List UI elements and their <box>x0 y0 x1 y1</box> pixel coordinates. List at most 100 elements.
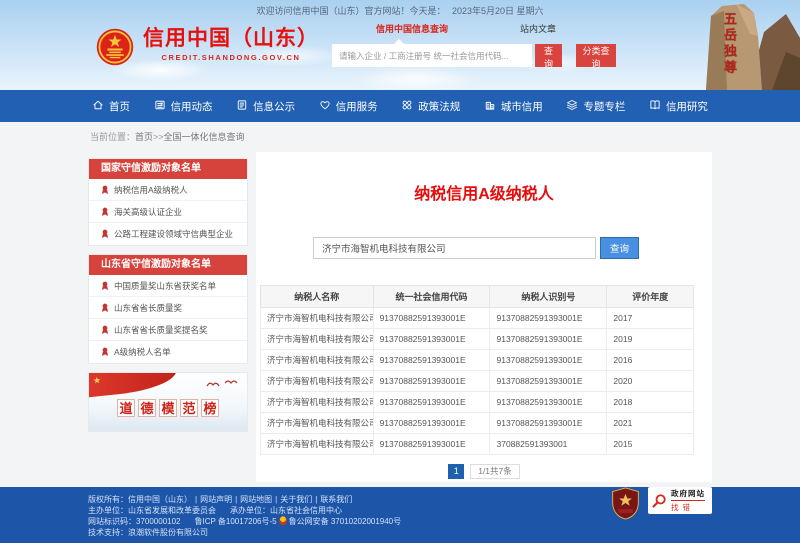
tab-credit-query[interactable]: 信用中国信息查询 <box>376 22 448 35</box>
nav-item-special-topics[interactable]: 专题专栏 <box>566 99 625 114</box>
taxpayer-table: 纳税人名称统一社会信用代码纳税人识别号评价年度 济宁市海智机电科技有限公司913… <box>260 285 694 455</box>
sidebar-item-china-quality-award[interactable]: 中国质量奖山东省获奖名单 <box>89 275 247 297</box>
medal-icon <box>101 347 109 357</box>
magnifier-icon <box>652 493 667 508</box>
table-header-row: 纳税人名称统一社会信用代码纳税人识别号评价年度 <box>261 286 694 308</box>
banner-char: 榜 <box>201 399 219 417</box>
company-search-input[interactable] <box>313 237 596 259</box>
nav-item-credit-research[interactable]: 信用研究 <box>649 99 708 114</box>
heart-icon <box>319 99 331 114</box>
table-cell: 济宁市海智机电科技有限公司 <box>261 413 374 434</box>
table-cell: 2017 <box>607 308 694 329</box>
footer-link[interactable]: 网站声明 <box>200 495 232 504</box>
tab-site-articles[interactable]: 站内文章 <box>520 22 556 35</box>
table-cell: 91370882591393001E <box>490 350 607 371</box>
nav-item-policy[interactable]: 政策法规 <box>401 99 460 114</box>
national-incentive-box: 国家守信激励对象名单 纳税信用A级纳税人 海关高级认证企业 公路工程建设领域守信… <box>88 158 248 246</box>
banner-char: 德 <box>138 399 156 417</box>
table-cell: 91370882591393001E <box>373 371 490 392</box>
layers-icon <box>566 99 578 114</box>
main-panel: 纳税信用A级纳税人 查询 纳税人名称统一社会信用代码纳税人识别号评价年度 济宁市… <box>256 152 712 482</box>
table-cell: 91370882591393001E <box>373 350 490 371</box>
table-cell: 91370882591393001E <box>490 371 607 392</box>
tech-support-text: 技术支持：浪潮软件股份有限公司 <box>88 528 208 537</box>
medal-icon <box>101 281 109 291</box>
icp-text[interactable]: 鲁ICP 备10017206号-5 <box>195 517 277 526</box>
footer-link[interactable]: 关于我们 <box>280 495 312 504</box>
medal-icon <box>101 229 109 239</box>
undertaker-text: 承办单位：山东省社会信用中心 <box>230 506 342 515</box>
gov-site-error-badge[interactable]: 政府网站 找错 <box>648 487 712 514</box>
medal-icon <box>101 207 109 217</box>
table-row: 济宁市海智机电科技有限公司91370882591393001E913708825… <box>261 308 694 329</box>
nav-item-city-credit[interactable]: 城市信用 <box>484 99 543 114</box>
breadcrumb-home-link[interactable]: 首页 <box>135 132 153 142</box>
welcome-text: 欢迎访问信用中国（山东）官方网站！今天是： <box>256 6 445 16</box>
footer: 版权所有：信用中国（山东）|网站声明|网站地图|关于我们|联系我们 主办单位：山… <box>0 487 800 543</box>
sidebar-item-a-level-taxpayer-list[interactable]: A级纳税人名单 <box>89 341 247 363</box>
organizer-text: 主办单位：山东省发展和改革委员会 <box>88 506 216 515</box>
sidebar-item-governor-quality-award[interactable]: 山东省省长质量奖 <box>89 297 247 319</box>
medal-icon <box>101 303 109 313</box>
sidebar-item-a-level-taxpayer[interactable]: 纳税信用A级纳税人 <box>89 179 247 201</box>
search-button[interactable]: 查询 <box>600 237 639 259</box>
page-summary: 1/1共7条 <box>470 464 520 479</box>
nav-item-info-disclosure[interactable]: 信息公示 <box>236 99 295 114</box>
table-row: 济宁市海智机电科技有限公司91370882591393001E913708825… <box>261 329 694 350</box>
table-row: 济宁市海智机电科技有限公司91370882591393001E913708825… <box>261 350 694 371</box>
topbar: 欢迎访问信用中国（山东）官方网站！今天是： 2023年5月20日 星期六 <box>0 4 800 17</box>
footer-link[interactable]: 网站地图 <box>240 495 272 504</box>
table-cell: 济宁市海智机电科技有限公司 <box>261 392 374 413</box>
sidebar-section-title: 山东省守信激励对象名单 <box>89 255 247 275</box>
table-row: 济宁市海智机电科技有限公司91370882591393001E913708825… <box>261 413 694 434</box>
nav-item-credit-news[interactable]: 信用动态 <box>154 99 213 114</box>
table-cell: 91370882591393001E <box>373 434 490 455</box>
police-record-text[interactable]: 鲁公网安备 37010202001940号 <box>289 517 402 526</box>
building-icon <box>484 99 496 114</box>
table-cell: 2016 <box>607 350 694 371</box>
home-icon <box>92 99 104 114</box>
table-header-cell: 评价年度 <box>607 286 694 308</box>
table-cell: 济宁市海智机电科技有限公司 <box>261 371 374 392</box>
red-flag-icon <box>88 372 178 398</box>
footer-separator: | <box>315 495 317 504</box>
sidebar-item-highway-engineering[interactable]: 公路工程建设领域守信典型企业 <box>89 223 247 245</box>
table-cell: 91370882591393001E <box>373 308 490 329</box>
table-cell: 2019 <box>607 329 694 350</box>
footer-link[interactable]: 联系我们 <box>320 495 352 504</box>
site-code-text: 网站标识码：3700000102 <box>88 517 181 526</box>
gov-badge-title: 政府网站 <box>671 488 705 499</box>
site-logo[interactable]: 信用中国（山东） CREDIT.SHANDONG.GOV.CN <box>96 28 319 66</box>
footer-separator: | <box>275 495 277 504</box>
table-cell: 济宁市海智机电科技有限公司 <box>261 329 374 350</box>
header-search: 信用中国信息查询 站内文章 查询 分类查询 <box>332 22 632 67</box>
header: 欢迎访问信用中国（山东）官方网站！今天是： 2023年5月20日 星期六 信用中… <box>0 0 800 90</box>
table-cell: 91370882591393001E <box>373 392 490 413</box>
table-header-cell: 纳税人名称 <box>261 286 374 308</box>
header-search-input[interactable] <box>332 44 532 67</box>
table-cell: 2018 <box>607 392 694 413</box>
site-title: 信用中国（山东） <box>143 28 319 50</box>
banner-char: 范 <box>180 399 198 417</box>
table-cell: 91370882591393001E <box>490 413 607 434</box>
table-cell: 91370882591393001E <box>373 413 490 434</box>
category-query-button[interactable]: 分类查询 <box>576 44 616 67</box>
banner-char: 道 <box>117 399 135 417</box>
sidebar: 国家守信激励对象名单 纳税信用A级纳税人 海关高级认证企业 公路工程建设领域守信… <box>88 152 248 432</box>
table-cell: 91370882591393001E <box>373 329 490 350</box>
sidebar-item-governor-quality-nomination[interactable]: 山东省省长质量奖提名奖 <box>89 319 247 341</box>
header-query-button[interactable]: 查询 <box>535 44 562 67</box>
active-tab-pointer <box>394 39 404 44</box>
gov-badge-subtitle: 找错 <box>671 500 705 513</box>
banner-title: 道德模范榜 <box>117 399 219 417</box>
table-header-cell: 纳税人识别号 <box>490 286 607 308</box>
bulletin-icon <box>236 99 248 114</box>
birds-icon <box>205 378 241 390</box>
page-number-button[interactable]: 1 <box>448 464 464 479</box>
moral-model-banner[interactable]: 道德模范榜 <box>88 372 248 432</box>
sidebar-item-customs-certified[interactable]: 海关高级认证企业 <box>89 201 247 223</box>
nav-item-credit-service[interactable]: 信用服务 <box>319 99 378 114</box>
national-emblem-icon <box>96 28 134 66</box>
nav-item-home[interactable]: 首页 <box>92 99 130 114</box>
breadcrumb-separator: >> <box>153 132 164 142</box>
